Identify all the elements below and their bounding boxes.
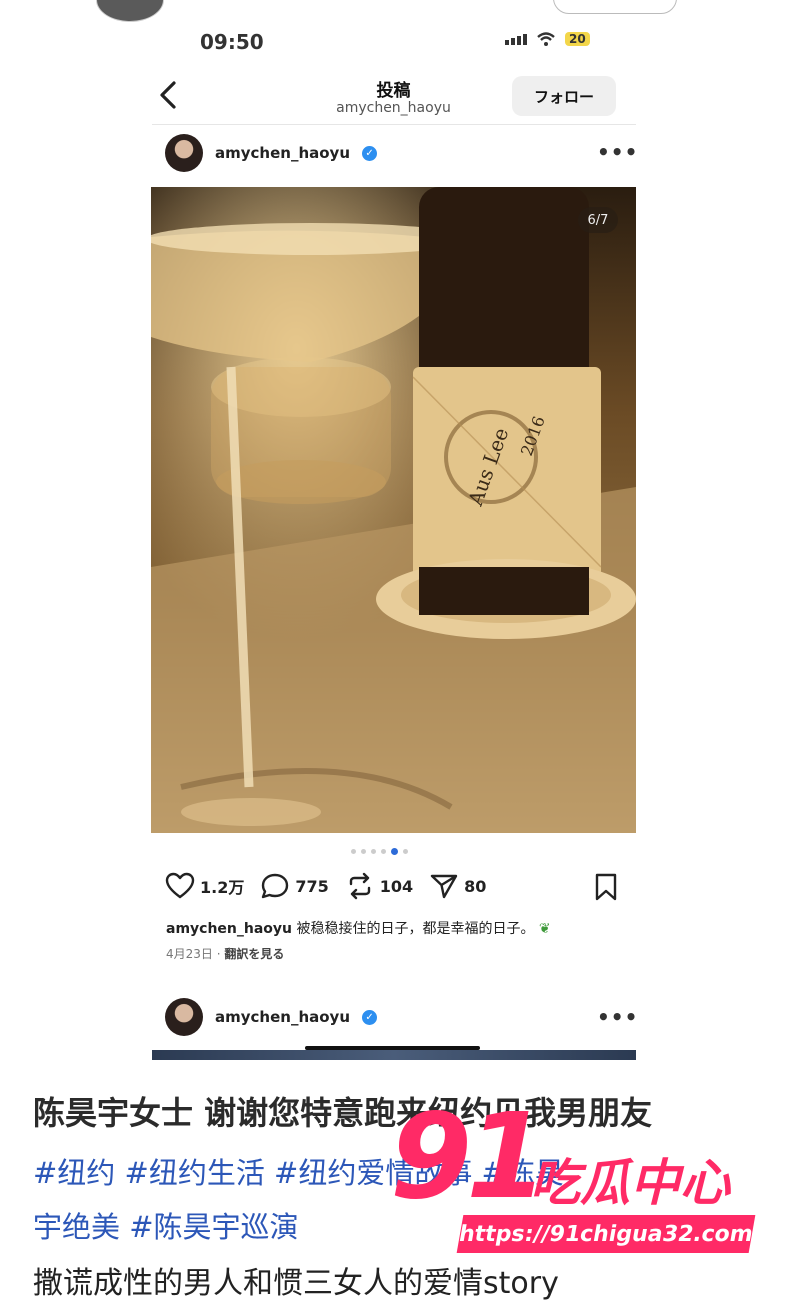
post2-author-row[interactable]: amychen_haoyu ✓: [165, 998, 378, 1036]
comment-icon: [262, 873, 289, 899]
repost-count: 104: [379, 876, 414, 896]
avatar[interactable]: [165, 134, 203, 172]
repost-icon: [349, 872, 370, 900]
more-options-icon[interactable]: •••: [597, 1005, 638, 1029]
home-indicator: [305, 1046, 480, 1050]
carousel-dot-active: [391, 848, 398, 855]
watermark-number: 91: [390, 1087, 548, 1225]
bookmark-icon: [595, 873, 617, 901]
verified-badge-icon: ✓: [362, 1009, 378, 1025]
more-options-icon[interactable]: •••: [597, 140, 638, 164]
share-count: 80: [464, 876, 487, 896]
status-icons: 20: [505, 32, 590, 46]
carousel-dot: [403, 849, 408, 854]
caption-username[interactable]: amychen_haoyu: [166, 921, 292, 937]
battery-icon: 20: [565, 32, 590, 46]
carousel-dot: [351, 849, 356, 854]
top-pill-button[interactable]: [553, 0, 677, 14]
status-time: 09:50: [200, 30, 264, 54]
image-counter-badge: 6/7: [578, 207, 618, 233]
share-button[interactable]: 80: [429, 872, 486, 900]
watermark-logo: 91 吃瓜中心 https://91chigua32.com: [390, 1097, 770, 1275]
follow-button[interactable]: フォロー: [512, 76, 616, 116]
post-caption: amychen_haoyu 被稳稳接住的日子，都是幸福的日子。 ❦: [166, 918, 551, 938]
page-title: 投稿: [376, 81, 411, 101]
avatar[interactable]: [165, 998, 203, 1036]
comment-count: 775: [295, 876, 329, 896]
author-name[interactable]: amychen_haoyu: [215, 1008, 350, 1026]
post-meta: 4月23日 · 翻訳を見る: [166, 945, 284, 962]
hashtags-line[interactable]: 宇绝美 #陈昊宇巡演: [33, 1204, 299, 1246]
heart-icon: [165, 872, 195, 899]
caption-text: 被稳稳接住的日子，都是幸福的日子。: [296, 921, 535, 937]
post-author-row[interactable]: amychen_haoyu ✓: [165, 134, 378, 172]
like-button[interactable]: 1.2万: [165, 872, 244, 900]
post2-image-top: [152, 1050, 636, 1060]
like-count: 1.2万: [200, 878, 245, 897]
leaf-emoji-icon: ❦: [538, 921, 551, 937]
top-avatar: [96, 0, 164, 22]
save-button[interactable]: [594, 873, 618, 905]
wine-scene-image: Aus Lee 2016: [151, 187, 636, 833]
watermark-url: https://91chigua32.com: [456, 1215, 756, 1253]
carousel-dots: [351, 848, 408, 855]
translate-link[interactable]: 翻訳を見る: [224, 947, 284, 961]
wifi-icon: [537, 32, 555, 46]
page-subtitle-username: amychen_haoyu: [336, 100, 451, 116]
watermark-text: 吃瓜中心: [530, 1154, 730, 1212]
signal-icon: [505, 33, 527, 45]
carousel-dot: [361, 849, 366, 854]
action-bar: 1.2万 775 104 80: [165, 872, 502, 900]
carousel-dot: [371, 849, 376, 854]
carousel-dot: [381, 849, 386, 854]
comment-button[interactable]: 775: [260, 872, 329, 900]
divider: [152, 124, 636, 125]
verified-badge-icon: ✓: [362, 145, 378, 161]
author-name[interactable]: amychen_haoyu: [215, 144, 350, 162]
post-date: 4月23日: [166, 947, 213, 961]
send-icon: [430, 874, 458, 899]
repost-button[interactable]: 104: [345, 872, 413, 900]
post-photo[interactable]: Aus Lee 2016: [151, 187, 636, 833]
